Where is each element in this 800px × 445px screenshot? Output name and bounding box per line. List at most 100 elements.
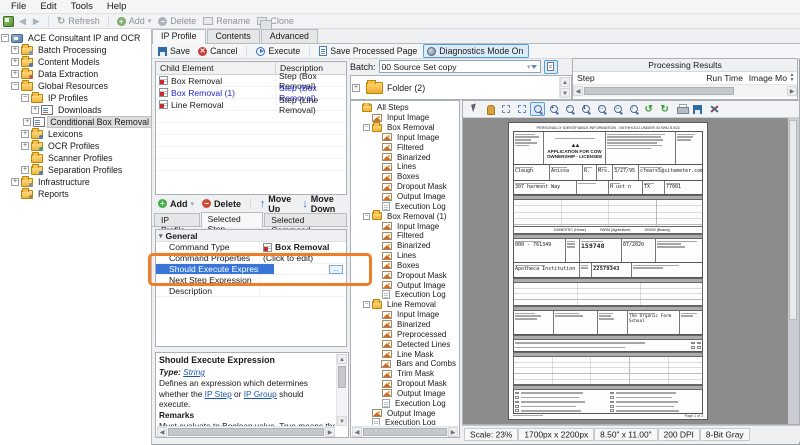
viewer-tool-button[interactable] — [674, 102, 689, 116]
spinner-icon[interactable]: ▲▼ — [787, 73, 797, 83]
step-tree-item[interactable]: Binarized — [352, 320, 458, 330]
tree-expander[interactable]: + — [11, 46, 19, 54]
column-step[interactable]: Step — [573, 73, 695, 83]
step-tree-item[interactable]: Execution Log — [352, 290, 458, 300]
step-tree-item[interactable]: Input Image — [352, 113, 458, 123]
step-tree-item[interactable]: Filtered — [352, 142, 458, 152]
tree-expander[interactable]: + — [21, 166, 29, 174]
app-home-icon[interactable] — [3, 16, 14, 27]
execute-button[interactable]: Execute — [254, 46, 302, 56]
step-tree-item[interactable]: Output Image — [352, 388, 458, 398]
document-page[interactable]: PERSONALLY IDENTIFIABLE INFORMATION - WI… — [509, 123, 707, 419]
tree-expander[interactable]: + — [31, 106, 39, 114]
column-image-mode[interactable]: Image Mo — [743, 73, 787, 83]
tree-expander[interactable]: − — [363, 213, 370, 220]
menu-item[interactable]: Help — [100, 1, 134, 12]
help-horizontal-scrollbar[interactable]: ◀ ▶ — [157, 426, 335, 436]
cancel-button[interactable]: ✕Cancel — [196, 46, 239, 56]
tree-expander[interactable]: − — [11, 82, 19, 90]
scroll-left-icon[interactable]: ◀ — [157, 427, 167, 437]
property-row[interactable]: Command Properties (Click to edit) — [156, 253, 346, 264]
viewer-tool-button[interactable]: ↔ — [610, 102, 625, 116]
step-tree-item[interactable]: All Steps — [352, 103, 458, 113]
scroll-up-icon[interactable]: ▲ — [560, 77, 570, 87]
nav-back-icon[interactable]: ◀ — [17, 16, 28, 27]
viewer-tool-button[interactable] — [530, 102, 545, 116]
tree-expander[interactable]: + — [11, 70, 19, 78]
step-tree-item[interactable]: Line Mask — [352, 349, 458, 359]
tree-expander[interactable]: + — [352, 84, 360, 92]
step-tree-item[interactable]: Trim Mask — [352, 369, 458, 379]
ellipsis-button[interactable]: ... — [329, 265, 343, 274]
scroll-down-icon[interactable]: ▼ — [560, 88, 570, 98]
step-tree-item[interactable]: Execution Log — [352, 398, 458, 408]
tree-item[interactable]: + Lexicons — [0, 128, 151, 140]
step-tree-item[interactable]: Lines — [352, 251, 458, 261]
add-button[interactable]: +Add▾ — [115, 16, 154, 26]
property-group-general[interactable]: ▾ General — [156, 230, 346, 242]
step-tree-item[interactable]: Filtered — [352, 231, 458, 241]
viewer-tool-button[interactable]: − — [562, 102, 577, 116]
step-tree-item[interactable]: Input Image — [352, 133, 458, 143]
viewer-vertical-scrollbar[interactable] — [788, 118, 799, 424]
main-tab[interactable]: IP Profile — [152, 29, 206, 44]
tree-expander[interactable]: − — [363, 124, 370, 131]
step-tree-item[interactable]: Output Image — [352, 408, 458, 418]
step-tree-item[interactable]: − Line Removal — [352, 300, 458, 310]
delete-step-button[interactable]: −Delete — [200, 199, 243, 209]
step-tree-item[interactable]: − Box Removal (1) — [352, 211, 458, 221]
tree-item[interactable]: + Conditional Box Removal — [0, 116, 151, 128]
steps-horizontal-scrollbar[interactable]: ◀ ▶ — [352, 426, 458, 436]
move-down-button[interactable]: ↓Move Down — [300, 194, 348, 214]
tree-item[interactable]: + Downloads — [0, 104, 151, 116]
viewer-tool-button[interactable]: + — [546, 102, 561, 116]
viewer-tool-button[interactable]: ↕ — [626, 102, 641, 116]
save-processed-page-button[interactable]: Save Processed Page — [317, 46, 419, 56]
viewer-tool-button[interactable] — [482, 102, 497, 116]
step-tree-item[interactable]: Detected Lines — [352, 339, 458, 349]
column-run-time[interactable]: Run Time — [695, 73, 743, 83]
tree-item[interactable]: + Separation Profiles — [0, 164, 151, 176]
step-tree-item[interactable]: Preprocessed — [352, 329, 458, 339]
column-child-element[interactable]: Child Element — [156, 62, 276, 74]
step-tree-item[interactable]: Dropout Mask — [352, 379, 458, 389]
step-tree-item[interactable]: Boxes — [352, 172, 458, 182]
menu-item[interactable]: Tools — [64, 1, 100, 12]
step-tree-item[interactable]: Output Image — [352, 192, 458, 202]
save-button[interactable]: Save — [156, 46, 192, 56]
tree-expander[interactable]: − — [1, 34, 9, 42]
scroll-left-icon[interactable]: ◀ — [573, 86, 583, 96]
tree-item[interactable]: − Global Resources — [0, 80, 151, 92]
tree-item[interactable]: − IP Profiles — [0, 92, 151, 104]
rename-button[interactable]: Rename — [201, 16, 252, 26]
diagnostics-mode-button[interactable]: Diagnostics Mode On — [423, 44, 529, 58]
refresh-button[interactable]: ↻Refresh — [55, 16, 102, 27]
viewer-canvas[interactable]: PERSONALLY IDENTIFIABLE INFORMATION - WI… — [463, 118, 799, 424]
scroll-right-icon[interactable]: ▶ — [325, 427, 335, 437]
main-tab[interactable]: Advanced — [261, 29, 318, 43]
step-tree-item[interactable]: Execution Log — [352, 201, 458, 211]
tree-item[interactable]: + Content Models — [0, 56, 151, 68]
viewer-tool-button[interactable] — [706, 102, 721, 116]
viewer-tool-button[interactable] — [498, 102, 513, 116]
tree-expander[interactable]: + — [11, 178, 19, 186]
viewer-tool-button[interactable]: ↺ — [642, 102, 657, 116]
tree-item[interactable]: + Infrastructure — [0, 176, 151, 188]
type-link[interactable]: String — [183, 367, 205, 377]
scroll-left-icon[interactable]: ◀ — [352, 427, 362, 437]
step-tree-item[interactable]: Binarized — [352, 241, 458, 251]
viewer-tool-button[interactable]: ↻ — [658, 102, 673, 116]
folder-vertical-scrollbar[interactable]: ▲ ▼ — [559, 77, 570, 98]
step-tree-item[interactable]: Input Image — [352, 221, 458, 231]
tree-expander[interactable]: + — [11, 58, 19, 66]
editor-tab[interactable]: Selected Command — [264, 213, 347, 226]
viewer-tool-button[interactable]: 1 — [578, 102, 593, 116]
delete-button[interactable]: −Delete — [156, 16, 198, 26]
property-row[interactable]: Next Step Expression — [156, 275, 346, 286]
batch-combobox[interactable]: 00 Source Set copy ▾ — [379, 60, 541, 73]
clone-button[interactable]: Clone — [255, 16, 296, 26]
step-tree-item[interactable]: Dropout Mask — [352, 270, 458, 280]
scroll-right-icon[interactable]: ▶ — [787, 86, 797, 96]
step-tree-item[interactable]: Dropout Mask — [352, 182, 458, 192]
help-vertical-scrollbar[interactable]: ▲ ▼ — [336, 354, 347, 426]
